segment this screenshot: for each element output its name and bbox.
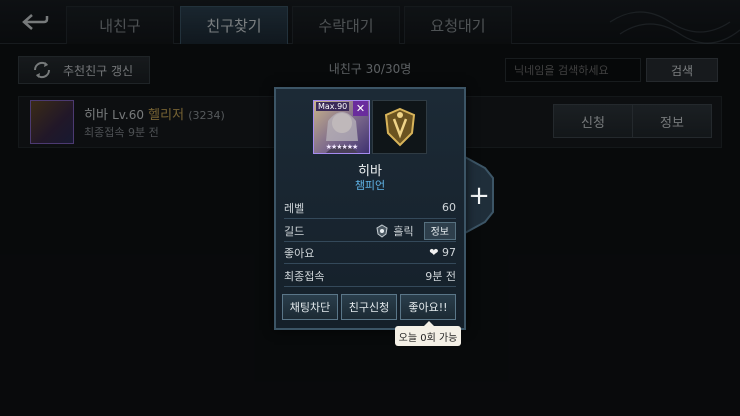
guild-info-button[interactable]: 정보 <box>423 221 456 240</box>
player-class: 챔피언 <box>354 179 386 192</box>
block-chat-button[interactable]: 채팅차단 <box>282 294 338 320</box>
stat-label: 길드 <box>284 224 305 238</box>
heart-icon: ❤ <box>429 246 439 259</box>
like-button[interactable]: 좋아요!! <box>400 294 456 320</box>
friend-request-button[interactable]: 친구신청 <box>341 294 397 320</box>
stat-row-likes: 좋아요 ❤ 97 <box>284 242 456 264</box>
stat-row-guild: 길드 흘릭 정보 <box>284 220 456 242</box>
stat-label: 최종접속 <box>284 269 325 283</box>
stat-label: 레벨 <box>284 201 305 215</box>
like-limit-tooltip: 오늘 0회 가능 <box>395 326 461 346</box>
max-level-badge: Max.90 <box>316 102 350 111</box>
likes-value: ❤ 97 <box>429 246 456 259</box>
guild-crest-icon <box>384 107 415 147</box>
star-rating: ★★★★★★ <box>325 143 359 151</box>
guild-name: 흘릭 <box>393 224 414 238</box>
stat-value: 97 <box>442 246 456 259</box>
guild-small-icon <box>376 223 388 238</box>
guild-emblem-icon <box>372 100 427 154</box>
guild-value: 흘릭 정보 <box>375 221 456 240</box>
stat-label: 좋아요 <box>284 246 315 260</box>
add-friend-plus-button[interactable]: + <box>463 180 495 212</box>
stat-row-level: 레벨 60 <box>284 197 456 219</box>
stat-value: 60 <box>442 201 456 214</box>
stat-row-last-login: 최종접속 9분 전 <box>284 265 456 287</box>
stat-value: 9분 전 <box>425 269 456 283</box>
close-mark-icon: ✕ <box>353 101 368 116</box>
